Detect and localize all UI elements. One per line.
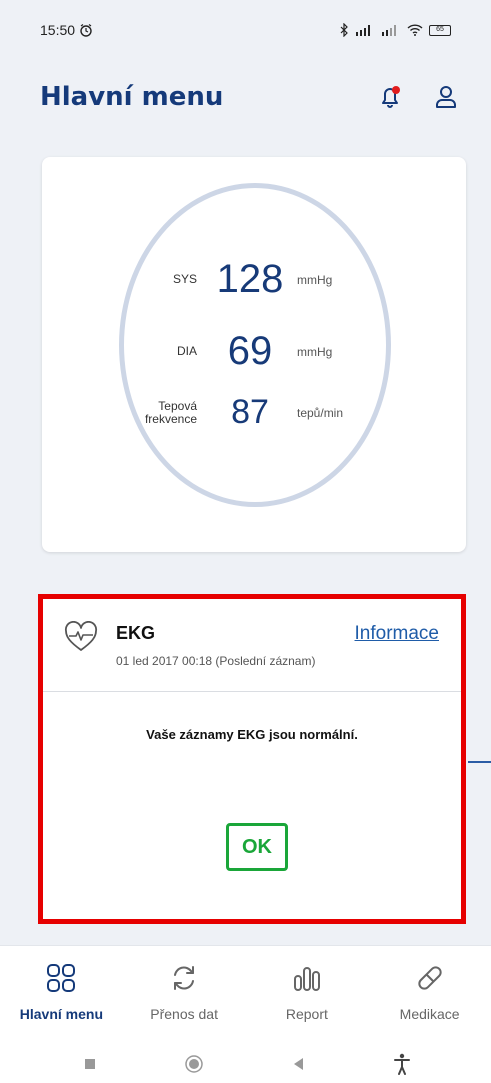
blood-pressure-card[interactable]: SYS 128 mmHg DIA 69 mmHg Tepová frekvenc… [42,157,466,552]
tab-data-transfer[interactable]: Přenos dat [123,946,246,1045]
divider-line [468,761,491,763]
tab-medication[interactable]: Medikace [368,946,491,1045]
heart-ekg-icon [64,621,98,651]
sys-label: SYS [172,272,197,286]
recent-apps-button[interactable] [78,1052,102,1076]
tab-label: Hlavní menu [19,1006,103,1022]
android-nav-bar [0,1045,491,1083]
pill-icon [417,966,442,990]
report-icon [293,967,320,991]
bluetooth-icon [340,23,348,37]
ekg-status-message: Vaše záznamy EKG jsou normální. [146,727,358,742]
pulse-label: Tepová frekvence [135,398,197,426]
ekg-title: EKG [116,623,156,643]
information-link[interactable]: Informace [355,623,439,645]
user-profile-icon[interactable] [432,83,460,111]
signal-icon-2 [382,25,396,36]
bottom-tab-bar: Hlavní menu Přenos dat Report Medikace [0,945,491,1045]
sys-reading: SYS 128 mmHg [135,257,332,302]
sys-value: 128 [216,257,284,301]
signal-icon [356,25,370,36]
pulse-label-line1: Tepová [158,398,197,413]
tab-report[interactable]: Report [246,946,369,1045]
ekg-header: EKG 01 led 2017 00:18 (Poslední záznam) … [43,599,461,692]
home-button[interactable] [182,1052,206,1076]
sync-icon [174,966,195,990]
status-bar: 15:50 65 [0,0,491,60]
tab-label: Medikace [399,1006,460,1022]
ekg-card: EKG 01 led 2017 00:18 (Poslední záznam) … [38,594,466,924]
grid-icon [47,964,76,992]
pulse-reading: Tepová frekvence 87 tepů/min [135,393,343,432]
dia-reading: DIA 69 mmHg [135,329,332,374]
dia-unit: mmHg [297,344,333,359]
dia-value: 69 [227,329,273,373]
tab-label: Přenos dat [150,1006,218,1022]
tab-main-menu[interactable]: Hlavní menu [0,946,123,1045]
accessibility-icon[interactable] [390,1052,414,1076]
ekg-date: 01 led 2017 00:18 (Poslední záznam) [116,654,316,668]
tab-label: Report [285,1006,328,1022]
notification-bell-icon[interactable] [376,83,404,111]
ok-button[interactable]: OK [226,823,288,871]
status-time: 15:50 [40,22,76,38]
header: Hlavní menu [40,75,460,119]
pulse-unit: tepů/min [297,405,344,420]
back-button[interactable] [286,1052,310,1076]
alarm-icon [80,24,92,37]
page-title: Hlavní menu [40,82,224,112]
dia-label: DIA [176,344,197,358]
pulse-label-line2: frekvence [144,411,197,426]
battery-icon: 65 [429,24,451,36]
wifi-icon [407,24,423,36]
pulse-value: 87 [231,393,269,431]
sys-unit: mmHg [297,272,333,287]
